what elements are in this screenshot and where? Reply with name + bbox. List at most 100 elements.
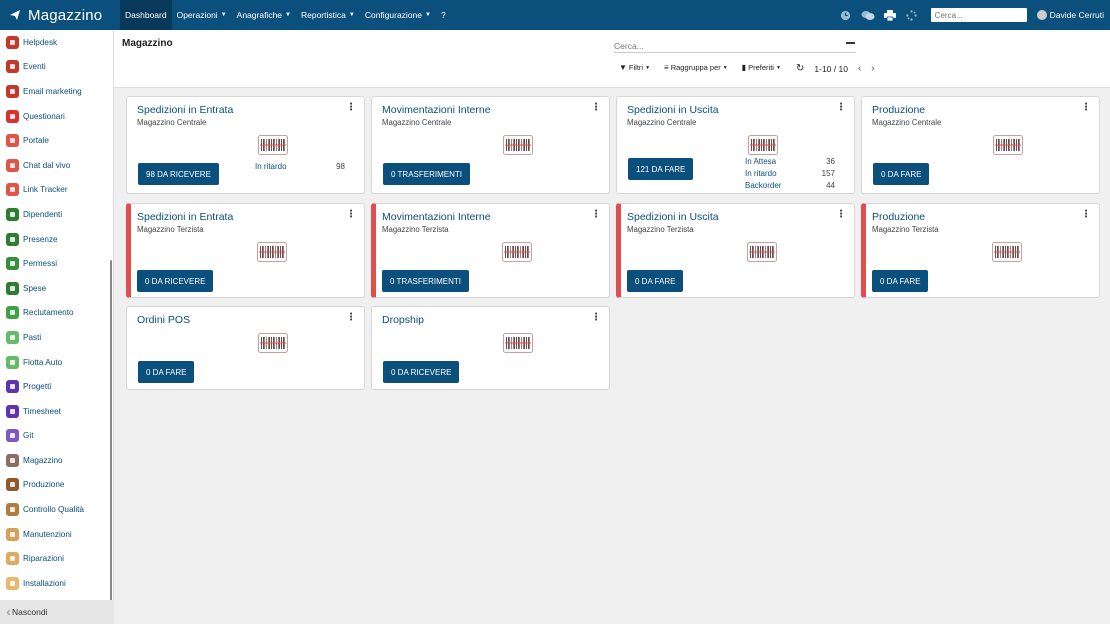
sidebar-item-21[interactable]: Riparazioni <box>0 546 113 571</box>
kebab-menu-icon[interactable]: ⋮ <box>591 210 601 220</box>
barcode-icon[interactable] <box>992 242 1022 262</box>
caret-down-icon: ▼ <box>220 12 227 18</box>
activity-clock-icon[interactable] <box>835 10 857 21</box>
sidebar-item-20[interactable]: Manutenzioni <box>0 522 113 547</box>
sidebar-item-4[interactable]: Portale <box>0 128 113 153</box>
barcode-icon[interactable] <box>258 135 288 155</box>
sidebar-item-22[interactable]: Installazioni <box>0 571 113 596</box>
sidebar-item-6[interactable]: Link Tracker <box>0 178 113 203</box>
card-action-button[interactable]: 0 TRASFERIMENTI <box>382 270 469 292</box>
card-stat-label[interactable]: In ritardo <box>745 169 777 178</box>
sidebar-item-16[interactable]: Git <box>0 424 113 449</box>
kebab-menu-icon[interactable]: ⋮ <box>346 313 356 323</box>
card-action-button[interactable]: 121 DA FARE <box>628 158 694 180</box>
card-title[interactable]: Ordini POS <box>137 314 190 326</box>
home-menu-icon[interactable] <box>8 8 22 22</box>
filters-button[interactable]: ▼ Filtri ▼ <box>619 63 650 72</box>
menu-item-1[interactable]: Operazioni ▼ <box>172 0 232 30</box>
sidebar-item-label: Git <box>23 431 34 441</box>
card-title[interactable]: Spedizioni in Entrata <box>137 104 233 116</box>
sidebar-item-8[interactable]: Presenze <box>0 227 113 252</box>
menu-item-0[interactable]: Dashboard <box>120 0 172 30</box>
kebab-menu-icon[interactable]: ⋮ <box>591 313 601 323</box>
card-action-button[interactable]: 0 DA FARE <box>138 361 195 383</box>
sidebar-item-11[interactable]: Reclutamento <box>0 301 113 326</box>
barcode-icon[interactable] <box>503 135 533 155</box>
sidebar-item-label: Magazzino <box>23 455 63 465</box>
card-title[interactable]: Produzione <box>872 104 925 116</box>
sidebar-item-18[interactable]: Produzione <box>0 473 113 498</box>
sidebar-item-5[interactable]: Chat dal vivo <box>0 153 113 178</box>
card-stat-label[interactable]: Backorder <box>745 181 781 190</box>
sidebar-item-9[interactable]: Permessi <box>0 251 113 276</box>
card-action-button[interactable]: 0 TRASFERIMENTI <box>383 163 470 185</box>
barcode-icon[interactable] <box>747 242 777 262</box>
groupby-button[interactable]: ≡ Raggruppa per ▼ <box>664 63 728 72</box>
pager-next-icon[interactable]: › <box>871 63 874 74</box>
sidebar-item-10[interactable]: Spese <box>0 276 113 301</box>
search-input[interactable] <box>614 39 856 53</box>
card-subtitle: Magazzino Centrale <box>872 118 942 127</box>
kebab-menu-icon[interactable]: ⋮ <box>591 103 601 113</box>
card-action-button[interactable]: 0 DA RICEVERE <box>137 270 214 292</box>
spinner-icon[interactable] <box>901 9 923 21</box>
card-action-button[interactable]: 0 DA FARE <box>873 163 930 185</box>
kebab-menu-icon[interactable]: ⋮ <box>346 210 356 220</box>
card-title[interactable]: Produzione <box>872 211 925 223</box>
card-action-button[interactable]: 0 DA FARE <box>872 270 929 292</box>
messages-icon[interactable] <box>857 10 879 21</box>
menu-item-4[interactable]: Configurazione ▼ <box>360 0 436 30</box>
paper-plane-icon <box>6 84 19 98</box>
barcode-icon[interactable] <box>503 333 533 353</box>
barcode-icon[interactable] <box>748 135 778 155</box>
search-toggle-icon[interactable] <box>846 42 855 44</box>
card-title[interactable]: Movimentazioni Interne <box>382 211 491 223</box>
sidebar-item-19[interactable]: Controllo Qualità <box>0 497 113 522</box>
card-title[interactable]: Dropship <box>382 314 424 326</box>
user-menu[interactable]: Davide Cerruti <box>1036 10 1104 20</box>
sidebar-item-3[interactable]: Questionari <box>0 104 113 129</box>
sidebar-item-7[interactable]: Dipendenti <box>0 202 113 227</box>
card-title[interactable]: Spedizioni in Entrata <box>137 211 233 223</box>
barcode-icon[interactable] <box>993 135 1023 155</box>
barcode-icon[interactable] <box>257 242 287 262</box>
card-action-button[interactable]: 0 DA FARE <box>627 270 684 292</box>
barcode-icon[interactable] <box>502 242 532 262</box>
sidebar-item-15[interactable]: Timesheet <box>0 399 113 424</box>
favorites-button[interactable]: ▮ Preferiti ▼ <box>742 63 781 72</box>
sidebar-item-12[interactable]: Pasti <box>0 325 113 350</box>
sidebar-scrollbar[interactable] <box>110 260 112 620</box>
refresh-icon[interactable]: ↻ <box>796 63 804 74</box>
printer-icon[interactable] <box>879 9 901 21</box>
pager-value[interactable]: 1-10 / 10 <box>814 64 848 74</box>
sidebar-item-14[interactable]: Progetti <box>0 374 113 399</box>
card-title[interactable]: Spedizioni in Uscita <box>627 104 719 116</box>
app-brand[interactable]: Magazzino <box>0 7 120 24</box>
card-title[interactable]: Movimentazioni Interne <box>382 104 491 116</box>
card-action-button[interactable]: 0 DA RICEVERE <box>383 361 460 383</box>
kebab-menu-icon[interactable]: ⋮ <box>346 103 356 113</box>
global-search-input[interactable] <box>930 8 1027 22</box>
sidebar-item-13[interactable]: Flotta Auto <box>0 350 113 375</box>
sidebar-item-17[interactable]: Magazzino <box>0 448 113 473</box>
sidebar-item-label: Permessi <box>23 259 58 269</box>
kebab-menu-icon[interactable]: ⋮ <box>836 210 846 220</box>
sidebar-item-2[interactable]: Email marketing <box>0 79 113 104</box>
kebab-menu-icon[interactable]: ⋮ <box>836 103 846 113</box>
pager-prev-icon[interactable]: ‹ <box>858 63 861 74</box>
kebab-menu-icon[interactable]: ⋮ <box>1081 210 1091 220</box>
menu-item-3[interactable]: Reportistica ▼ <box>296 0 360 30</box>
kebab-menu-icon[interactable]: ⋮ <box>1081 103 1091 113</box>
sidebar-item-label: Progetti <box>23 382 52 392</box>
menu-item-5[interactable]: ? <box>436 0 451 30</box>
card-title[interactable]: Spedizioni in Uscita <box>627 211 719 223</box>
menu-item-2[interactable]: Anagrafiche ▼ <box>232 0 296 30</box>
card-stat-label[interactable]: In Attesa <box>745 157 776 166</box>
sidebar-item-0[interactable]: Helpdesk <box>0 30 113 55</box>
sidebar-item-1[interactable]: Eventi <box>0 55 113 80</box>
card-action-button[interactable]: 98 DA RICEVERE <box>138 163 219 185</box>
chat-icon <box>6 158 19 172</box>
barcode-icon[interactable] <box>258 333 288 353</box>
sidebar-hide-button[interactable]: ‹‹ Nascondi <box>0 600 114 624</box>
card-stat-label[interactable]: In ritardo <box>255 162 287 171</box>
